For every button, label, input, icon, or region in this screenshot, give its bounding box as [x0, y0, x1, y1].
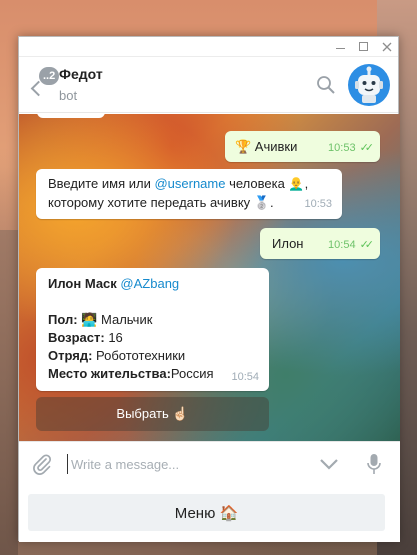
message-out-achievements: 🏆 Ачивки 10:53 ✓✓ [225, 131, 380, 162]
minimize-button[interactable] [329, 37, 352, 57]
profile-place: Место жительства:Россия [48, 366, 214, 381]
message-line-1: Введите имя или @username человека 👨‍🦲, [48, 176, 309, 191]
chat-area: 🏆 Ачивки 10:53 ✓✓ Введите имя или @userna… [19, 114, 400, 441]
close-icon [382, 42, 391, 51]
desktop-background-left [0, 230, 18, 555]
chat-title-block[interactable]: Федот bot [59, 66, 103, 103]
previous-message-tail [37, 114, 105, 118]
message-time: 10:53 [304, 198, 332, 210]
message-out-elon: Илон 10:54 ✓✓ [260, 228, 380, 259]
username-link[interactable]: @username [154, 176, 225, 191]
microphone-icon[interactable] [366, 453, 382, 475]
message-input[interactable] [67, 454, 307, 474]
close-button[interactable] [375, 37, 398, 57]
search-icon[interactable] [316, 75, 336, 95]
chat-header: ..2 Федот bot [19, 57, 398, 113]
message-line-2: которому хотите передать ачивку 🥈. [48, 195, 274, 210]
message-text: Илон [272, 236, 304, 251]
unread-badge: ..2 [39, 67, 60, 85]
chevron-down-icon[interactable] [319, 456, 339, 472]
title-bar [19, 37, 398, 57]
robot-icon [355, 66, 383, 103]
chat-title: Федот [59, 66, 103, 82]
message-time: 10:53 [328, 142, 356, 154]
profile-gender: Пол: 🧑‍💻 Мальчик [48, 312, 153, 327]
message-text: 🏆 Ачивки [235, 139, 298, 154]
telegram-window: ..2 Федот bot 🏆 Ачивки 10:53 ✓✓ Введите … [18, 36, 400, 542]
message-in-profile: Илон Маск @AZbang Пол: 🧑‍💻 Мальчик Возра… [36, 268, 269, 391]
menu-keyboard-button[interactable]: Меню 🏠 [28, 494, 385, 531]
message-time: 10:54 [231, 371, 259, 383]
profile-name-line: Илон Маск @AZbang [48, 276, 180, 291]
message-time: 10:54 [328, 239, 356, 251]
profile-age: Возраст: 16 [48, 330, 123, 345]
message-in-prompt: Введите имя или @username человека 👨‍🦲, … [36, 169, 342, 219]
maximize-button[interactable] [352, 37, 375, 57]
composer [19, 441, 400, 485]
read-checks-icon: ✓✓ [359, 239, 375, 251]
back-button[interactable]: ..2 [30, 65, 60, 105]
read-checks-icon: ✓✓ [359, 142, 375, 154]
bot-keyboard: Меню 🏠 [19, 485, 400, 542]
select-inline-button[interactable]: Выбрать ☝🏻 [36, 397, 269, 431]
bot-avatar[interactable] [348, 64, 390, 106]
profile-link[interactable]: @AZbang [120, 276, 179, 291]
paperclip-icon[interactable] [31, 453, 53, 475]
profile-squad: Отряд: Робототехники [48, 348, 186, 363]
chat-subtitle: bot [59, 88, 78, 103]
